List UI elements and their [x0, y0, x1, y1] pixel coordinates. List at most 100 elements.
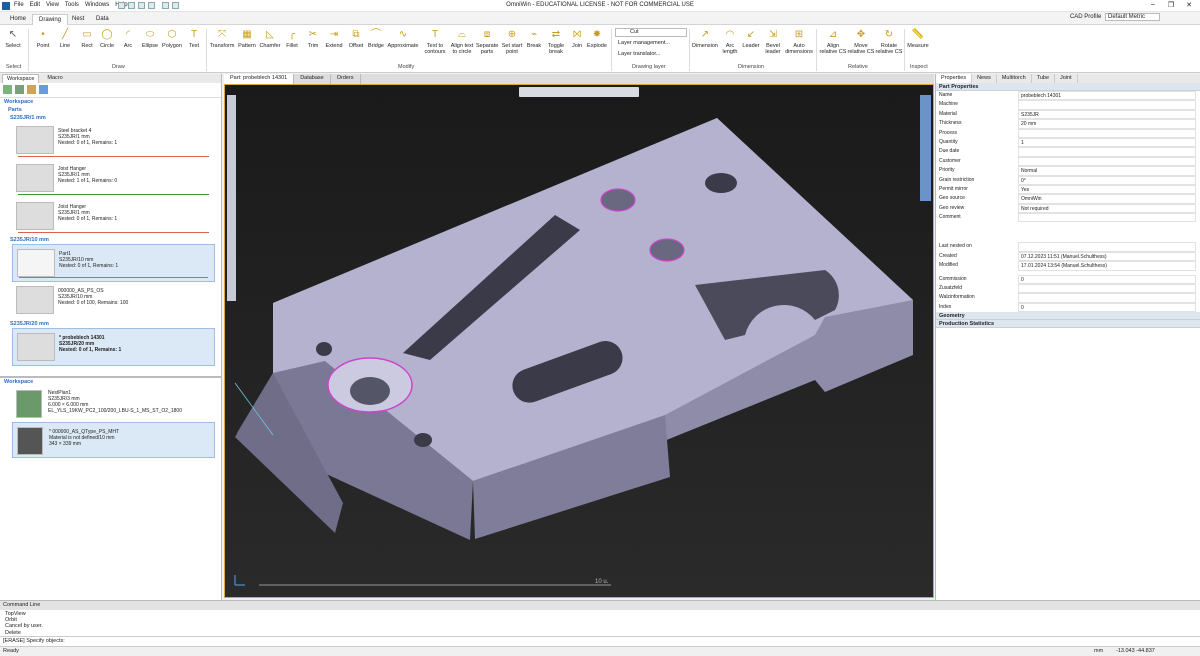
list-item[interactable]: * 000000_AS_QType_PS_MHT Material is not …: [12, 422, 215, 458]
move-relative-cs-button[interactable]: ✥ Move relative CS: [846, 28, 876, 55]
property-value[interactable]: probeblech 14301: [1018, 91, 1196, 101]
property-value[interactable]: 0°: [1018, 175, 1196, 185]
folder-icon[interactable]: [27, 85, 36, 94]
list-item[interactable]: * probeblech 14301 S235JR/20 mm Nested: 0 …: [12, 328, 215, 366]
layer-select[interactable]: Cut: [615, 28, 687, 37]
property-value[interactable]: S235JR: [1018, 109, 1196, 120]
leader-button[interactable]: ↙ Leader: [740, 28, 762, 49]
property-value[interactable]: 0: [1018, 302, 1196, 313]
property-row: Name probeblech 14301: [936, 91, 1200, 101]
set-start-point-button[interactable]: ⊕ Set start point: [500, 28, 524, 55]
property-value[interactable]: Normal: [1018, 166, 1196, 176]
layer-translator-button[interactable]: Layer translator...: [618, 51, 661, 57]
align-relative-cs-button[interactable]: ⊿ Align relative CS: [818, 28, 848, 55]
tab-home[interactable]: Home: [4, 14, 32, 25]
arc-button[interactable]: ◜ Arc: [118, 28, 138, 49]
bridge-button[interactable]: ⌒ Bridge: [366, 28, 386, 49]
list-item[interactable]: Part1 S235JR/10 mm Nested: 0 of 1, Remains…: [12, 244, 215, 282]
list-item[interactable]: Joist Hanger S235JR/1 mm Nested: 1 of 1, R…: [12, 160, 215, 198]
break-button[interactable]: ⌁ Break: [524, 28, 544, 49]
tab-macro[interactable]: Macro: [43, 74, 66, 83]
property-value[interactable]: Not required: [1018, 203, 1196, 214]
3d-viewport[interactable]: 10 u.: [224, 84, 934, 598]
separate-parts-button[interactable]: ⧈ Separate parts: [476, 28, 498, 55]
tab-news[interactable]: News: [972, 74, 997, 83]
add-part-icon[interactable]: [3, 85, 12, 94]
property-value[interactable]: 07.12.2023 11:51 (Manuel.Schulthess): [1018, 251, 1196, 262]
property-value[interactable]: [1018, 128, 1196, 138]
circle-button[interactable]: ◯ Circle: [97, 28, 117, 49]
property-value[interactable]: Yes: [1018, 184, 1196, 195]
text-to-contours-button[interactable]: T Text to contours: [421, 28, 449, 55]
chamfer-button[interactable]: ◺ Chamfer: [258, 28, 282, 49]
list-item[interactable]: 000000_AS_PS_OS S235JR/10 mm Nested: 0 of …: [12, 282, 215, 320]
left-tool-strip[interactable]: [227, 95, 236, 301]
property-value[interactable]: OmniWin: [1018, 194, 1196, 204]
dimension-button[interactable]: ↗ Dimension: [690, 28, 720, 49]
list-item[interactable]: Joist Hanger S235JR/1 mm Nested: 0 of 1, R…: [12, 198, 215, 236]
geometry-section[interactable]: Geometry: [936, 312, 1200, 321]
property-value[interactable]: [1018, 147, 1196, 157]
view-toolbar[interactable]: [519, 87, 639, 97]
tab-database[interactable]: Database: [294, 74, 331, 84]
transform-button[interactable]: ⤧ Transform: [209, 28, 235, 49]
approximate-button[interactable]: ∿ Approximate: [386, 28, 420, 49]
arc-length-button[interactable]: ◠ Arc length: [720, 28, 740, 55]
right-tool-strip[interactable]: [920, 95, 931, 201]
point-button[interactable]: • Point: [33, 28, 53, 49]
auto-dimensions-button[interactable]: ⊞ Auto dimensions: [784, 28, 814, 55]
rect-button[interactable]: ▭ Rect: [77, 28, 97, 49]
tab-properties[interactable]: Properties: [936, 74, 973, 83]
join-button[interactable]: ⨝ Join: [568, 28, 586, 49]
list-item[interactable]: Steel bracket 4 S235JR/1 mm Nested: 0 of 1…: [12, 122, 215, 160]
view-icon[interactable]: [39, 85, 48, 94]
maximize-icon[interactable]: ❐: [1162, 1, 1180, 9]
offset-button[interactable]: ⧉ Offset: [346, 28, 366, 49]
tab-data[interactable]: Data: [90, 14, 115, 25]
part-3d-view[interactable]: 10 u.: [225, 85, 933, 597]
import-icon[interactable]: [15, 85, 24, 94]
ellipse-button[interactable]: ⬭ Ellipse: [139, 28, 161, 49]
bevel-leader-button[interactable]: ⇲ Bevel leader: [762, 28, 784, 55]
tab-nest[interactable]: Nest: [66, 14, 90, 25]
toggle-break-button[interactable]: ⇄ Toggle break: [544, 28, 568, 55]
property-label: Walzinformation: [939, 294, 975, 301]
line-button[interactable]: ╱ Line: [55, 28, 75, 49]
tab-multitorch[interactable]: Multitorch: [997, 74, 1032, 83]
list-item[interactable]: NestPlan1 S235JR/3 mm 6.000 × 6.000 mm EL_Y…: [12, 386, 215, 422]
cad-profile-select[interactable]: Default Metric: [1104, 13, 1160, 21]
extend-button[interactable]: ⇥ Extend: [323, 28, 345, 49]
minimize-icon[interactable]: –: [1144, 1, 1162, 8]
explode-button[interactable]: ✸ Explode: [586, 28, 608, 49]
property-value[interactable]: [1018, 213, 1196, 223]
part-properties-header[interactable]: Part Properties: [936, 83, 1200, 91]
tab-tube[interactable]: Tube: [1032, 74, 1056, 83]
property-value[interactable]: [1018, 293, 1196, 303]
property-value[interactable]: [1018, 100, 1196, 110]
property-value[interactable]: 1: [1018, 137, 1196, 148]
measure-button[interactable]: 📏 Measure: [906, 28, 930, 49]
tab-workspace[interactable]: Workspace: [2, 74, 40, 83]
text-button[interactable]: T Text: [185, 28, 203, 49]
tab-orders[interactable]: Orders: [331, 74, 361, 84]
property-value[interactable]: 17.01.2024 13:54 (Manuel.Schulthess): [1018, 261, 1196, 271]
production-statistics-section[interactable]: Production Statistics: [936, 320, 1200, 329]
close-icon[interactable]: ✕: [1180, 1, 1198, 9]
property-value[interactable]: 0: [1018, 274, 1196, 285]
property-value[interactable]: 20 mm: [1018, 119, 1196, 129]
layer-management-button[interactable]: Layer management...: [618, 40, 670, 46]
property-value[interactable]: [1018, 284, 1196, 294]
tab-part[interactable]: Part: probeblech 14301: [224, 74, 295, 84]
pattern-button[interactable]: ▦ Pattern: [236, 28, 258, 49]
fillet-button[interactable]: ╭ Fillet: [283, 28, 301, 49]
tab-drawing[interactable]: Drawing: [32, 14, 69, 25]
align-text-circle-button[interactable]: ⌓ Align text to circle: [449, 28, 475, 55]
property-value[interactable]: [1018, 242, 1196, 252]
trim-button[interactable]: ✂ Trim: [304, 28, 322, 49]
command-input[interactable]: [ERASE] Specify objects:: [0, 635, 1200, 645]
rotate-relative-cs-button[interactable]: ↻ Rotate relative CS: [874, 28, 904, 55]
tab-joint[interactable]: Joint: [1055, 74, 1078, 83]
polygon-button[interactable]: ⬡ Polygon: [160, 28, 184, 49]
property-value[interactable]: [1018, 156, 1196, 167]
select-button[interactable]: ↖ Select: [3, 28, 23, 49]
